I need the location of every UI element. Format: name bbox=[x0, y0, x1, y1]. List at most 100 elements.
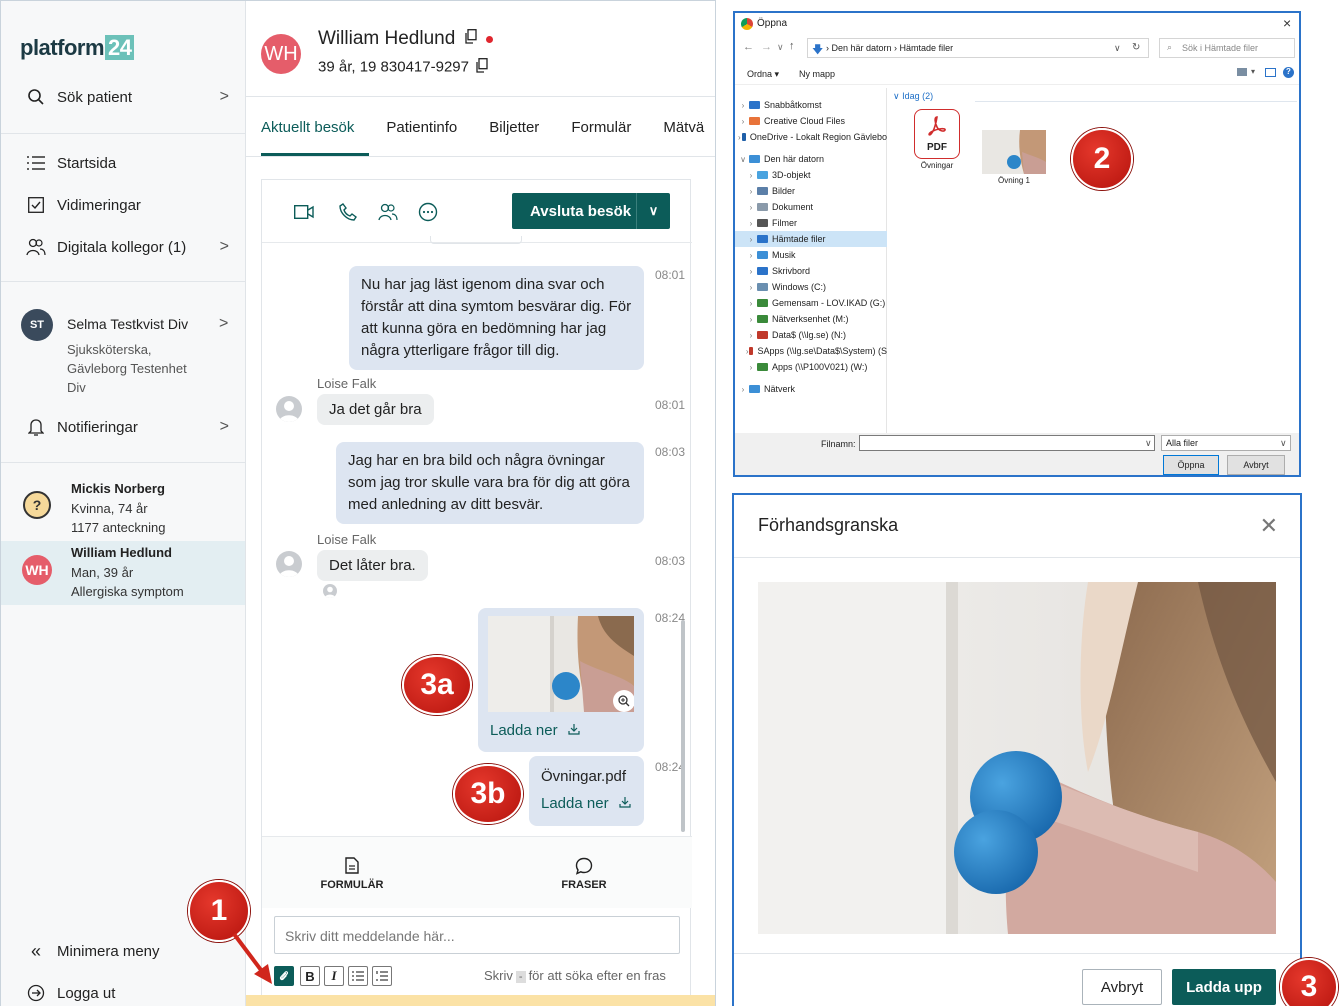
tree-item-label: Skrivbord bbox=[772, 266, 811, 276]
phrases-button[interactable]: FRASER bbox=[524, 857, 644, 891]
zoom-in-icon[interactable] bbox=[613, 690, 634, 712]
download-link[interactable]: Ladda ner bbox=[490, 720, 580, 742]
end-visit-button[interactable]: Avsluta besök ∨ bbox=[512, 193, 670, 229]
download-link[interactable]: Ladda ner bbox=[541, 793, 631, 815]
tree-item[interactable]: › Bilder bbox=[735, 183, 887, 199]
callout-3a: 3a bbox=[402, 655, 472, 715]
download-icon bbox=[568, 722, 580, 739]
tab-biljetter[interactable]: Biljetter bbox=[489, 119, 539, 157]
form-button[interactable]: FORMULÄR bbox=[292, 857, 412, 891]
tree-item[interactable]: › Apps (\\P100V021) (W:) bbox=[735, 359, 887, 375]
tree-item[interactable]: › Data$ (\\lg.se) (N:) bbox=[735, 327, 887, 343]
chevron-right-icon[interactable]: › bbox=[745, 267, 757, 276]
cancel-button[interactable]: Avbryt bbox=[1227, 455, 1285, 475]
chat-icon[interactable] bbox=[416, 200, 440, 224]
tree-item[interactable]: ∨ Den här datorn bbox=[735, 151, 887, 167]
folder-icon bbox=[757, 283, 768, 291]
chevron-right-icon[interactable]: › bbox=[745, 315, 757, 324]
file-item-ovning-1[interactable]: Övning 1 bbox=[982, 130, 1046, 190]
chevron-right-icon[interactable]: › bbox=[745, 299, 757, 308]
forward-icon[interactable]: → bbox=[761, 41, 772, 53]
preview-pane-icon[interactable] bbox=[1265, 68, 1276, 77]
attached-image-thumbnail[interactable] bbox=[488, 616, 634, 712]
tree-item[interactable]: › Nätverksenhet (M:) bbox=[735, 311, 887, 327]
close-icon[interactable]: ✕ bbox=[1260, 513, 1278, 539]
refresh-icon[interactable]: ↻ bbox=[1132, 42, 1140, 53]
cancel-button[interactable]: Avbryt bbox=[1082, 969, 1162, 1005]
attach-button[interactable] bbox=[274, 966, 294, 986]
tree-item[interactable]: › Gemensam - LOV.IKAD (G:) bbox=[735, 295, 887, 311]
chevron-right-icon[interactable]: › bbox=[745, 283, 757, 292]
close-icon[interactable]: × bbox=[1283, 15, 1291, 31]
chevron-down-icon[interactable]: ∨ bbox=[637, 203, 670, 219]
view-icon[interactable] bbox=[1237, 68, 1247, 76]
video-call-icon[interactable] bbox=[292, 200, 316, 224]
phone-icon[interactable] bbox=[336, 200, 360, 224]
chevron-right-icon[interactable]: › bbox=[737, 101, 749, 110]
copy-icon[interactable] bbox=[464, 28, 477, 50]
sidebar-item-notifieringar[interactable]: Notifieringar > bbox=[1, 409, 245, 445]
chevron-right-icon[interactable]: › bbox=[745, 219, 757, 228]
tab-matvarden[interactable]: Mätvä bbox=[663, 119, 704, 157]
filename-input[interactable]: ∨ bbox=[859, 435, 1155, 451]
chevron-down-icon[interactable]: ▾ bbox=[1251, 67, 1255, 76]
back-icon[interactable]: ← bbox=[743, 41, 754, 53]
chevron-right-icon[interactable]: › bbox=[745, 187, 757, 196]
open-button[interactable]: Öppna bbox=[1163, 455, 1219, 475]
upload-button[interactable]: Ladda upp bbox=[1172, 969, 1276, 1005]
tab-patientinfo[interactable]: Patientinfo bbox=[386, 119, 457, 157]
tree-item[interactable]: › Hämtade filer bbox=[735, 231, 887, 247]
sidebar-item-startsida[interactable]: Startsida bbox=[1, 145, 245, 181]
tree-item[interactable]: › SApps (\\lg.se\Data$\System) (S bbox=[735, 343, 887, 359]
italic-button[interactable]: I bbox=[324, 966, 344, 986]
tree-item[interactable]: › 3D-objekt bbox=[735, 167, 887, 183]
tree-item[interactable]: › Skrivbord bbox=[735, 263, 887, 279]
chevron-right-icon[interactable]: › bbox=[737, 385, 749, 394]
chevron-right-icon[interactable]: › bbox=[745, 171, 757, 180]
checkbox-icon bbox=[25, 197, 47, 213]
group-header[interactable]: ∨ Idag (2) bbox=[893, 91, 933, 102]
help-icon[interactable]: ? bbox=[1283, 67, 1294, 78]
sidebar-item-vidimeringar[interactable]: Vidimeringar bbox=[1, 187, 245, 223]
patient-list-item-active[interactable]: WH William Hedlund Man, 39 år Allergiska… bbox=[1, 541, 245, 605]
chevron-right-icon[interactable]: › bbox=[737, 117, 749, 126]
chevron-right-icon[interactable]: › bbox=[745, 235, 757, 244]
tree-item[interactable]: › OneDrive - Lokalt Region Gävlebo bbox=[735, 129, 887, 145]
copy-icon[interactable] bbox=[476, 58, 488, 77]
tree-item[interactable]: › Creative Cloud Files bbox=[735, 113, 887, 129]
logout-button[interactable]: Logga ut bbox=[1, 975, 245, 1006]
bold-button[interactable]: B bbox=[300, 966, 320, 986]
patient-avatar: WH bbox=[22, 555, 52, 585]
chevron-down-icon[interactable]: ∨ bbox=[777, 42, 784, 53]
message-input[interactable]: Skriv ditt meddelande här... bbox=[274, 916, 680, 954]
tab-aktuellt-besok[interactable]: Aktuellt besök bbox=[261, 119, 354, 157]
colleagues-icon[interactable] bbox=[376, 200, 400, 224]
search-patient-button[interactable]: Sök patient > bbox=[1, 79, 245, 115]
search-input[interactable]: Sök i Hämtade filer bbox=[1159, 38, 1295, 58]
tab-formular[interactable]: Formulär bbox=[571, 119, 631, 157]
address-bar[interactable]: 🡇 › Den här datorn › Hämtade filer ∨ ↻ bbox=[807, 38, 1149, 58]
organize-menu[interactable]: Ordna ▾ bbox=[747, 69, 779, 80]
tree-item[interactable]: › Filmer bbox=[735, 215, 887, 231]
chevron-right-icon[interactable]: › bbox=[737, 133, 742, 142]
tree-item[interactable]: › Dokument bbox=[735, 199, 887, 215]
file-item-ovningar[interactable]: PDF Övningar bbox=[907, 109, 967, 183]
new-folder-button[interactable]: Ny mapp bbox=[799, 69, 835, 79]
numbered-list-button[interactable] bbox=[372, 966, 392, 986]
tree-item[interactable]: › Snabbåtkomst bbox=[735, 97, 887, 113]
scrollbar-thumb[interactable] bbox=[681, 620, 685, 832]
patient-list-item[interactable]: ? Mickis Norberg Kvinna, 74 år 1177 ante… bbox=[1, 477, 245, 541]
chevron-down-icon[interactable]: ∨ bbox=[1114, 43, 1121, 54]
chevron-right-icon[interactable]: › bbox=[745, 203, 757, 212]
tree-item[interactable]: › Nätverk bbox=[735, 381, 887, 397]
file-type-select[interactable]: Alla filer ∨ bbox=[1161, 435, 1291, 451]
bullet-list-button[interactable] bbox=[348, 966, 368, 986]
chevron-right-icon[interactable]: › bbox=[745, 251, 757, 260]
up-icon[interactable]: ↑ bbox=[789, 40, 795, 52]
chevron-right-icon[interactable]: › bbox=[745, 331, 757, 340]
tree-item[interactable]: › Windows (C:) bbox=[735, 279, 887, 295]
tree-item[interactable]: › Musik bbox=[735, 247, 887, 263]
chevron-right-icon[interactable]: › bbox=[745, 363, 757, 372]
chevron-down-icon[interactable]: ∨ bbox=[737, 155, 749, 164]
sidebar-item-digitala-kollegor[interactable]: Digitala kollegor (1) > bbox=[1, 229, 245, 265]
